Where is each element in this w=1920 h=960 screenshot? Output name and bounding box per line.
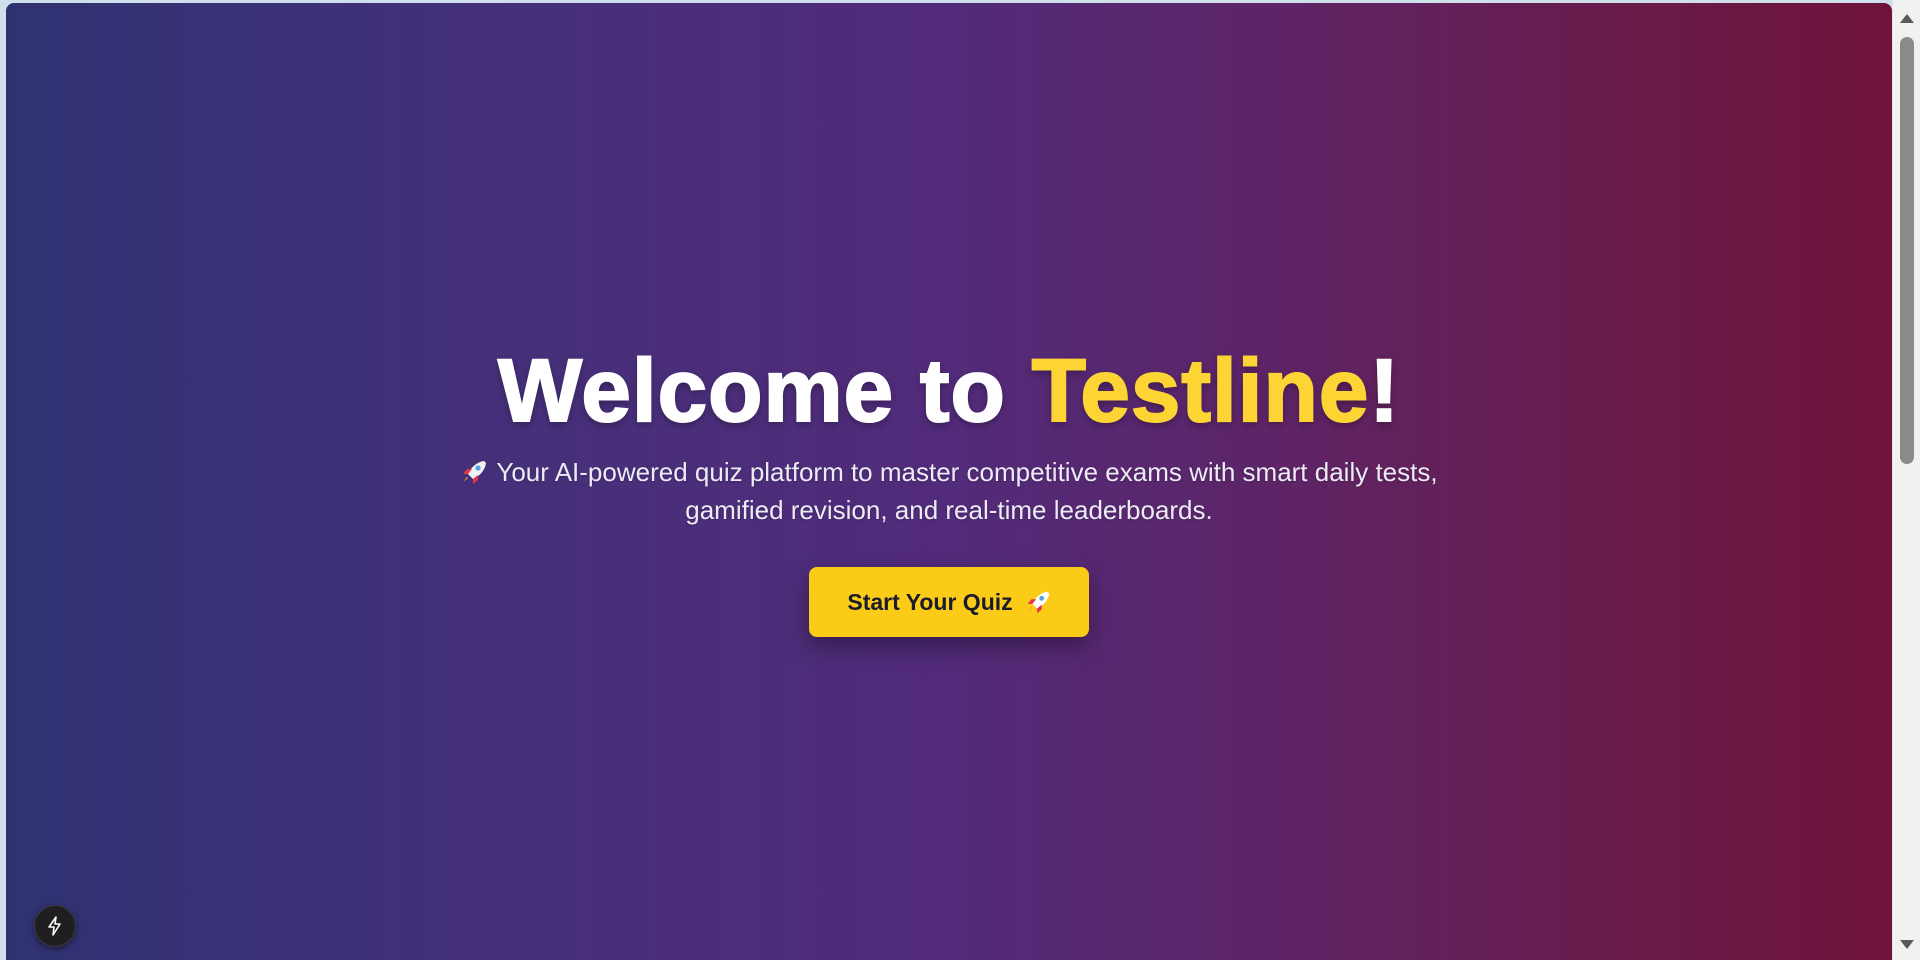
hero-content: Welcome to Testline! Your AI-powered qui…: [6, 340, 1892, 638]
hero-subtitle: Your AI-powered quiz platform to master …: [429, 453, 1469, 529]
brand-name: Testline: [1031, 340, 1370, 440]
subtitle-line-1: Your AI-powered quiz platform to master …: [496, 457, 1438, 488]
title-prefix: Welcome to: [497, 340, 1032, 440]
start-quiz-label: Start Your Quiz: [847, 588, 1013, 615]
title-suffix: !: [1368, 340, 1400, 440]
scroll-down-arrow-icon[interactable]: [1900, 940, 1914, 949]
subtitle-line-2: gamified revision, and real-time leaderb…: [685, 495, 1213, 526]
rocket-icon: [1027, 592, 1049, 614]
page-title: Welcome to Testline!: [6, 340, 1892, 440]
rocket-icon: [463, 461, 487, 485]
start-quiz-button[interactable]: Start Your Quiz: [809, 567, 1089, 638]
dev-tools-button[interactable]: [34, 905, 76, 947]
hero-section: Welcome to Testline! Your AI-powered qui…: [6, 3, 1892, 960]
lightning-bolt-icon: [48, 916, 61, 936]
scroll-up-arrow-icon[interactable]: [1900, 14, 1914, 23]
browser-viewport: Welcome to Testline! Your AI-powered qui…: [0, 0, 1920, 960]
vertical-scrollbar[interactable]: [1892, 0, 1920, 960]
scrollbar-thumb[interactable]: [1900, 37, 1914, 464]
